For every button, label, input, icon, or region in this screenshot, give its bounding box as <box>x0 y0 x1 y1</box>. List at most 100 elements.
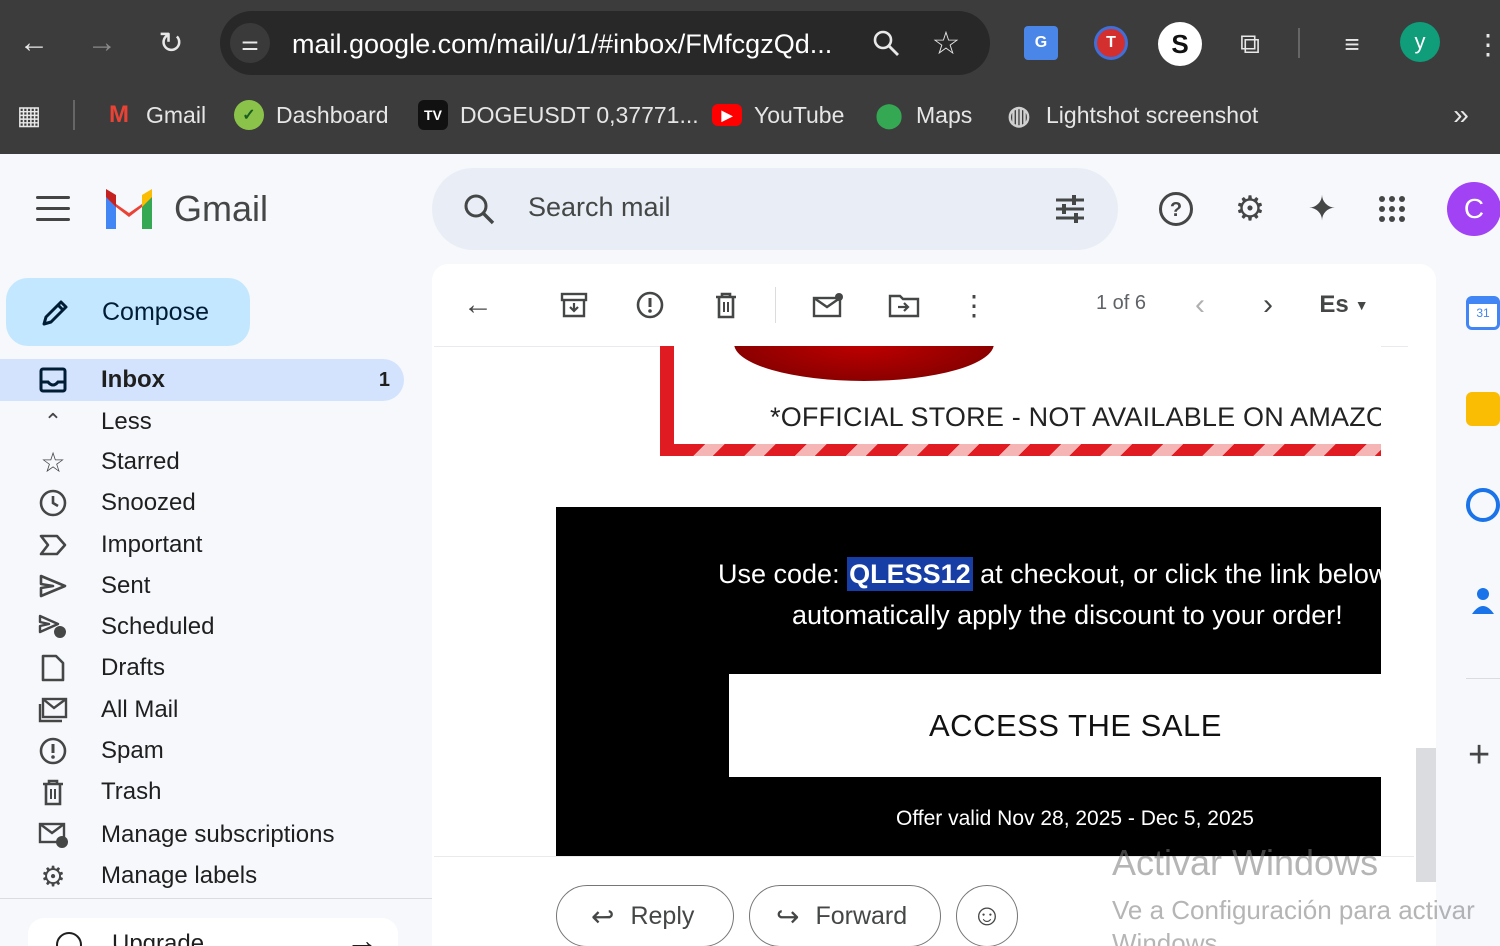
tradingview-bookmark-icon: TV <box>418 100 448 130</box>
address-bar[interactable]: ⚌ mail.google.com/mail/u/1/#inbox/FMfcgz… <box>220 11 990 75</box>
site-settings-icon[interactable]: ⚌ <box>230 23 270 63</box>
pagination-count: 1 of 6 <box>1096 292 1147 314</box>
mark-unread-icon[interactable] <box>810 286 846 324</box>
translate-extension-icon[interactable]: G <box>1024 26 1058 60</box>
code-suffix: at checkout, or click the link below <box>972 559 1381 589</box>
sidebar-item-important[interactable]: Important <box>0 524 404 566</box>
apps-grid-icon[interactable]: ▦ <box>14 98 44 132</box>
bookmark-youtube[interactable]: ▶ YouTube <box>712 98 844 132</box>
google-apps-icon[interactable] <box>1372 186 1412 232</box>
sidebar-item-label: Starred <box>101 448 180 475</box>
sidebar-item-label: Drafts <box>101 654 166 681</box>
account-avatar[interactable]: C <box>1447 182 1500 236</box>
bookmark-dogeusdt[interactable]: TV DOGEUSDT 0,37771... <box>418 98 699 132</box>
discount-code[interactable]: QLESS12 <box>847 557 973 591</box>
scrollbar-thumb[interactable] <box>1416 748 1436 882</box>
important-label-icon <box>38 530 68 560</box>
url-text[interactable]: mail.google.com/mail/u/1/#inbox/FMfcgzQd… <box>292 29 832 60</box>
back-to-inbox-icon[interactable]: ← <box>460 286 496 324</box>
search-bar[interactable]: Search mail <box>432 168 1118 250</box>
add-addon-icon[interactable]: + <box>1468 734 1490 777</box>
gmail-logo-icon[interactable] <box>102 189 156 229</box>
dashboard-bookmark-icon: ✓ <box>234 100 264 130</box>
sidebar-item-all-mail[interactable]: All Mail <box>0 689 404 731</box>
bookmark-label: Lightshot screenshot <box>1046 101 1259 128</box>
bookmark-star-icon[interactable]: ☆ <box>926 23 966 63</box>
candy-stripe-border <box>674 444 1381 456</box>
toolbar-divider <box>775 287 776 323</box>
dropdown-caret-icon: ▼ <box>1354 297 1369 313</box>
bookmark-maps[interactable]: ⬤ Maps <box>874 98 973 132</box>
delete-icon[interactable] <box>708 286 744 324</box>
svg-text:?: ? <box>1170 199 1182 221</box>
bookmark-label: Maps <box>916 101 973 128</box>
gemini-sparkle-icon[interactable]: ✦ <box>1302 186 1342 232</box>
bookmark-lightshot[interactable]: ◍ Lightshot screenshot <box>1004 98 1259 132</box>
bookmark-label: Gmail <box>146 101 207 128</box>
emoji-reaction-button[interactable]: ☺ <box>956 885 1018 946</box>
extensions-puzzle-icon[interactable]: ⧉ <box>1232 26 1268 62</box>
help-icon[interactable]: ? <box>1156 186 1196 232</box>
windows-watermark-subtitle: Ve a Configuración para activar <box>1112 895 1475 925</box>
all-mail-icon <box>38 695 68 725</box>
calendar-icon[interactable]: 31 <box>1466 296 1500 330</box>
sidebar-item-inbox[interactable]: Inbox 1 <box>0 359 404 401</box>
sidebar-item-manage-subscriptions[interactable]: Manage subscriptions <box>0 814 404 856</box>
sidebar-item-starred[interactable]: ☆ Starred <box>0 441 404 483</box>
report-spam-icon[interactable] <box>632 286 668 324</box>
forward-label: Forward <box>815 901 908 930</box>
sidebar-item-snoozed[interactable]: Snoozed <box>0 482 404 524</box>
upgrade-button[interactable]: Upgrade → <box>28 918 398 946</box>
forward-arrow-icon[interactable]: → <box>84 24 120 62</box>
search-options-icon[interactable] <box>1052 192 1088 226</box>
sidebar-item-label: Inbox <box>101 366 165 393</box>
bookmarks-divider <box>73 100 75 130</box>
more-bookmarks-chevron-icon[interactable]: » <box>1446 98 1476 132</box>
reply-button[interactable]: ↩ Reply <box>556 885 734 946</box>
tasks-icon[interactable] <box>1466 488 1500 522</box>
spam-report-icon <box>38 736 68 766</box>
sidebar-item-sent[interactable]: Sent <box>0 565 404 607</box>
gmail-wordmark[interactable]: Gmail <box>174 188 268 230</box>
older-chevron-icon[interactable]: › <box>1250 286 1286 324</box>
extension-s-icon[interactable]: S <box>1158 22 1202 66</box>
sidebar-item-trash[interactable]: Trash <box>0 771 404 813</box>
side-panel-divider <box>1466 678 1500 679</box>
youtube-bookmark-icon: ▶ <box>712 104 742 126</box>
search-input[interactable]: Search mail <box>528 192 671 223</box>
input-tools-button[interactable]: Es ▼ <box>1314 286 1374 324</box>
subscriptions-icon <box>38 820 68 850</box>
main-menu-icon[interactable] <box>36 196 70 222</box>
reload-icon[interactable]: ↻ <box>152 24 190 62</box>
archive-icon[interactable] <box>556 286 592 324</box>
bookmark-dashboard[interactable]: ✓ Dashboard <box>234 98 389 132</box>
compose-button[interactable]: Compose <box>6 278 250 346</box>
smiley-icon: ☺ <box>971 899 1003 932</box>
promo-line-2: automatically apply the discount to your… <box>792 600 1343 630</box>
back-arrow-icon[interactable]: ← <box>16 24 52 62</box>
sidebar-item-scheduled[interactable]: Scheduled <box>0 606 404 648</box>
forward-button[interactable]: ↪ Forward <box>749 885 941 946</box>
keep-icon[interactable] <box>1466 392 1500 426</box>
access-sale-button[interactable]: ACCESS THE SALE <box>729 674 1381 777</box>
trash-icon <box>38 777 68 807</box>
settings-gear-icon[interactable]: ⚙ <box>1230 186 1270 232</box>
move-to-folder-icon[interactable] <box>886 286 922 324</box>
newer-chevron-icon[interactable]: ‹ <box>1182 286 1218 324</box>
sidebar-item-spam[interactable]: Spam <box>0 730 404 772</box>
sidebar-item-manage-labels[interactable]: ⚙ Manage labels <box>0 855 404 897</box>
upgrade-label: Upgrade <box>112 930 205 946</box>
sidebar-item-less[interactable]: ⌃ Less <box>0 401 404 443</box>
compose-label: Compose <box>102 298 209 326</box>
profile-avatar[interactable]: y <box>1400 22 1440 62</box>
chrome-menu-icon[interactable]: ⋮ <box>1474 24 1500 64</box>
extension-t-icon[interactable]: T <box>1094 26 1128 60</box>
reading-list-icon[interactable]: ≡ <box>1334 26 1370 62</box>
bookmark-gmail[interactable]: M Gmail <box>104 98 206 132</box>
zoom-icon[interactable] <box>868 25 904 61</box>
sidebar-item-drafts[interactable]: Drafts <box>0 647 404 689</box>
search-icon[interactable] <box>462 192 496 226</box>
contacts-icon[interactable] <box>1466 584 1500 618</box>
forward-arrow-icon: ↪ <box>776 900 800 932</box>
more-options-icon[interactable]: ⋮ <box>956 286 992 324</box>
